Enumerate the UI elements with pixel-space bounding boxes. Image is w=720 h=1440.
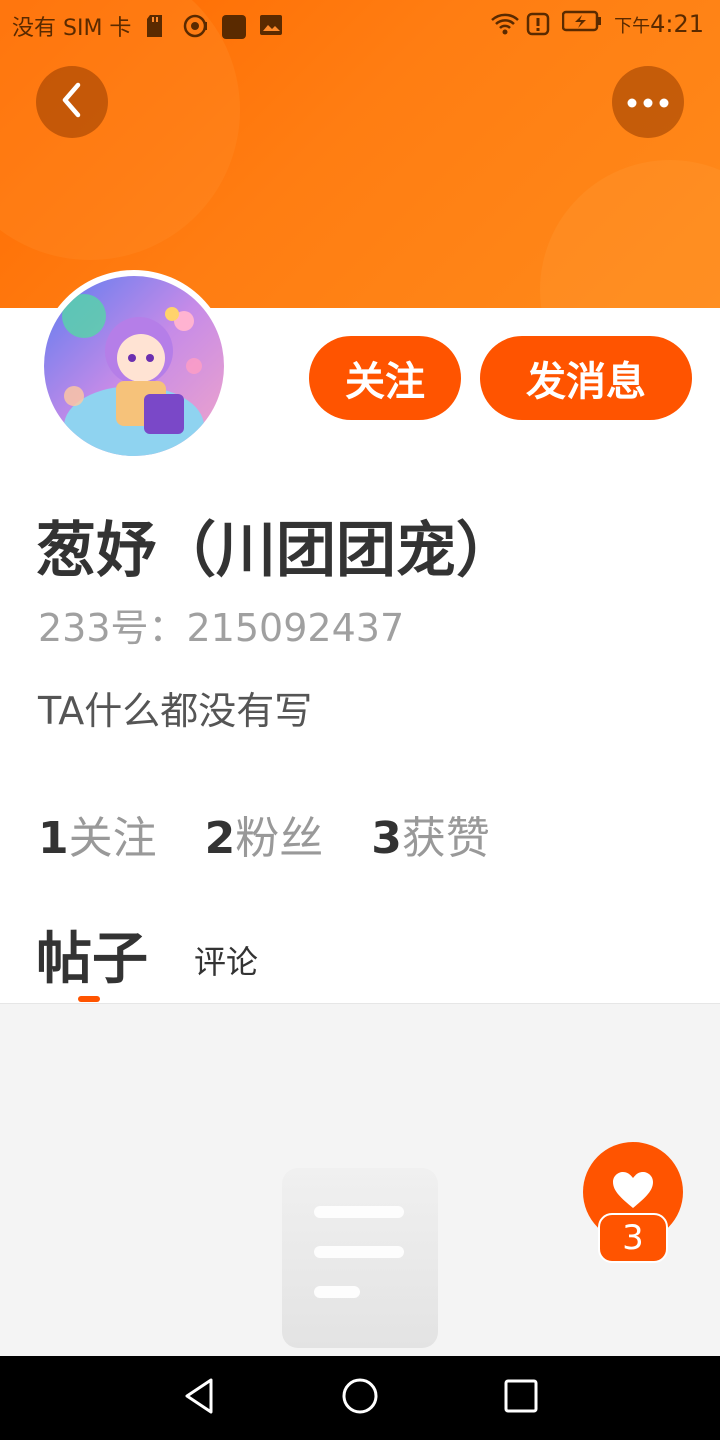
tab-posts[interactable]: 帖子 — [36, 914, 148, 995]
hotspot-icon — [183, 14, 208, 38]
follow-button[interactable]: 关注 — [309, 336, 461, 420]
profile-bio: TA什么都没有写 — [38, 689, 313, 733]
sd-card-icon — [145, 14, 169, 38]
recents-square-icon[interactable] — [503, 1378, 539, 1418]
stat-number: 2 — [204, 813, 236, 864]
heart-icon — [611, 1170, 655, 1214]
wifi-icon — [490, 12, 519, 36]
avatar-image — [44, 276, 224, 456]
more-horizontal-icon — [626, 93, 670, 112]
system-nav-bar — [0, 1356, 720, 1440]
home-circle-icon[interactable] — [340, 1376, 380, 1420]
status-bar: 没有 SIM 卡 下午4:21 — [0, 0, 720, 50]
stat-label: 关注 — [68, 813, 157, 864]
clock: 下午4:21 — [614, 10, 704, 38]
gallery-icon — [259, 14, 283, 38]
doc-line — [314, 1206, 404, 1218]
banner-decoration — [540, 160, 720, 308]
profile-name: 葱妤（川团团宠） — [36, 516, 516, 586]
carrier-text: 没有 SIM 卡 — [12, 16, 132, 41]
avatar[interactable] — [38, 270, 230, 462]
profile-uid: 233号：215092437 — [38, 606, 405, 650]
empty-state-document-icon — [282, 1168, 438, 1348]
stat-following[interactable]: 1关注 — [38, 802, 157, 866]
battery-charging-icon — [561, 10, 602, 38]
doc-line — [314, 1286, 360, 1298]
stat-number: 3 — [371, 813, 402, 864]
active-tab-indicator — [78, 996, 100, 1002]
chevron-left-icon — [57, 80, 87, 124]
alert-icon — [526, 12, 550, 36]
more-button[interactable] — [612, 66, 684, 138]
like-count-badge: 3 — [598, 1213, 668, 1263]
profile-stats: 1关注 2粉丝 3获赞 — [38, 802, 490, 866]
profile-tabs: 帖子 评论 — [36, 914, 258, 995]
send-message-button[interactable]: 发消息 — [480, 336, 692, 420]
doc-line — [314, 1246, 404, 1258]
tab-comments[interactable]: 评论 — [194, 937, 258, 995]
stat-likes[interactable]: 3获赞 — [371, 802, 490, 866]
stat-label: 粉丝 — [235, 813, 324, 864]
back-button[interactable] — [36, 66, 108, 138]
stat-label: 获赞 — [401, 813, 490, 864]
app-icon — [221, 14, 247, 39]
stat-number: 1 — [38, 813, 69, 864]
stat-followers[interactable]: 2粉丝 — [205, 802, 324, 866]
back-triangle-icon[interactable] — [181, 1376, 217, 1420]
